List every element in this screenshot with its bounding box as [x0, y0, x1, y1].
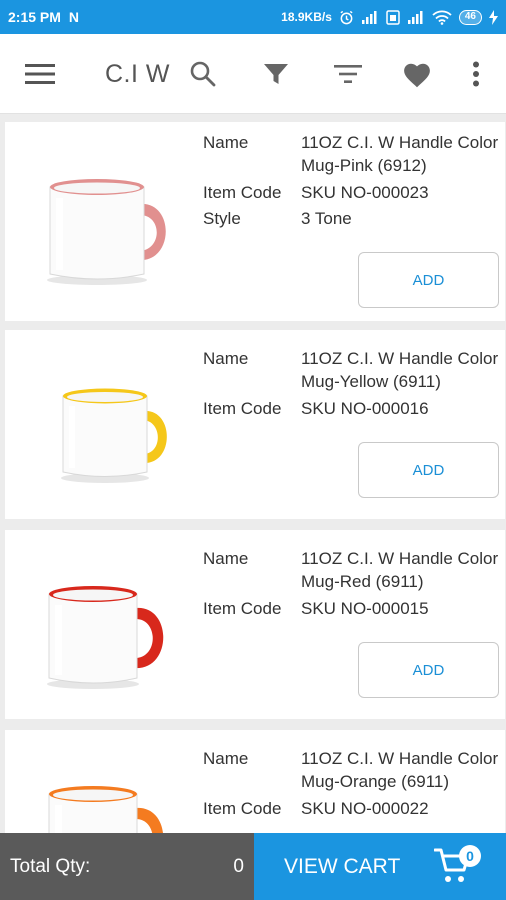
mug-image	[25, 750, 195, 833]
item-code-label: Item Code	[203, 399, 282, 418]
style-value: 3 Tone	[301, 209, 352, 228]
product-card[interactable]: Name 11OZ C.I. W Handle Color Mug-Orange…	[5, 730, 505, 833]
notification-n-icon: N	[68, 9, 80, 25]
add-button[interactable]: ADD	[358, 442, 499, 498]
mug-image	[25, 550, 195, 700]
item-code: SKU NO-000016	[301, 399, 429, 418]
style-label: Style	[203, 209, 241, 228]
name-label: Name	[203, 549, 249, 568]
product-name: 11OZ C.I. W Handle Color Mug-Yellow (691…	[301, 349, 499, 391]
product-name: 11OZ C.I. W Handle Color Mug-Red (6911)	[301, 549, 499, 591]
status-time: 2:15 PM	[8, 9, 61, 25]
menu-icon[interactable]	[18, 34, 62, 114]
name-label: Name	[203, 349, 249, 368]
more-vert-icon[interactable]	[462, 34, 490, 114]
battery-icon: 46	[458, 9, 482, 25]
item-code: SKU NO-000022	[301, 799, 429, 818]
alarm-icon	[339, 10, 354, 25]
item-code-label: Item Code	[203, 599, 282, 618]
item-code: SKU NO-000023	[301, 183, 429, 202]
name-label: Name	[203, 749, 249, 768]
add-button[interactable]: ADD	[358, 252, 499, 308]
product-name: 11OZ C.I. W Handle Color Mug-Orange (691…	[301, 749, 499, 791]
heart-icon[interactable]	[398, 34, 436, 114]
wifi-icon	[432, 10, 452, 25]
status-bar: 2:15 PM N 18.9KB/s 46	[0, 0, 506, 34]
search-icon[interactable]	[185, 34, 221, 114]
view-cart-button[interactable]: VIEW CART 0	[254, 833, 506, 900]
product-card[interactable]: Name 11OZ C.I. W Handle Color Mug-Pink (…	[5, 122, 505, 321]
filter-icon[interactable]	[258, 34, 294, 114]
product-name: 11OZ C.I. W Handle Color Mug-Pink (6912)	[301, 133, 499, 175]
bottom-bar: Total Qty: 0 VIEW CART 0	[0, 833, 506, 900]
mug-image	[25, 142, 195, 292]
cart-badge: 0	[459, 845, 481, 867]
toolbar: C.I W	[0, 34, 506, 114]
mug-image	[25, 350, 195, 500]
charging-icon	[489, 9, 498, 25]
item-code: SKU NO-000015	[301, 599, 429, 618]
sort-icon[interactable]	[330, 34, 366, 114]
view-cart-label: VIEW CART	[284, 854, 401, 878]
add-button[interactable]: ADD	[358, 642, 499, 698]
signal-icon	[361, 10, 379, 24]
total-qty-label: Total Qty:	[10, 855, 91, 877]
signal-4g-icon	[407, 10, 425, 24]
item-code-label: Item Code	[203, 799, 282, 818]
sim-icon	[386, 9, 400, 25]
product-card[interactable]: Name 11OZ C.I. W Handle Color Mug-Red (6…	[5, 530, 505, 719]
name-label: Name	[203, 133, 249, 152]
product-card[interactable]: Name 11OZ C.I. W Handle Color Mug-Yellow…	[5, 330, 505, 519]
net-speed: 18.9KB/s	[281, 10, 332, 24]
total-qty-value: 0	[233, 855, 244, 877]
item-code-label: Item Code	[203, 183, 282, 202]
brand-title: C.I W	[105, 59, 170, 88]
total-qty-bar: Total Qty: 0	[0, 833, 254, 900]
